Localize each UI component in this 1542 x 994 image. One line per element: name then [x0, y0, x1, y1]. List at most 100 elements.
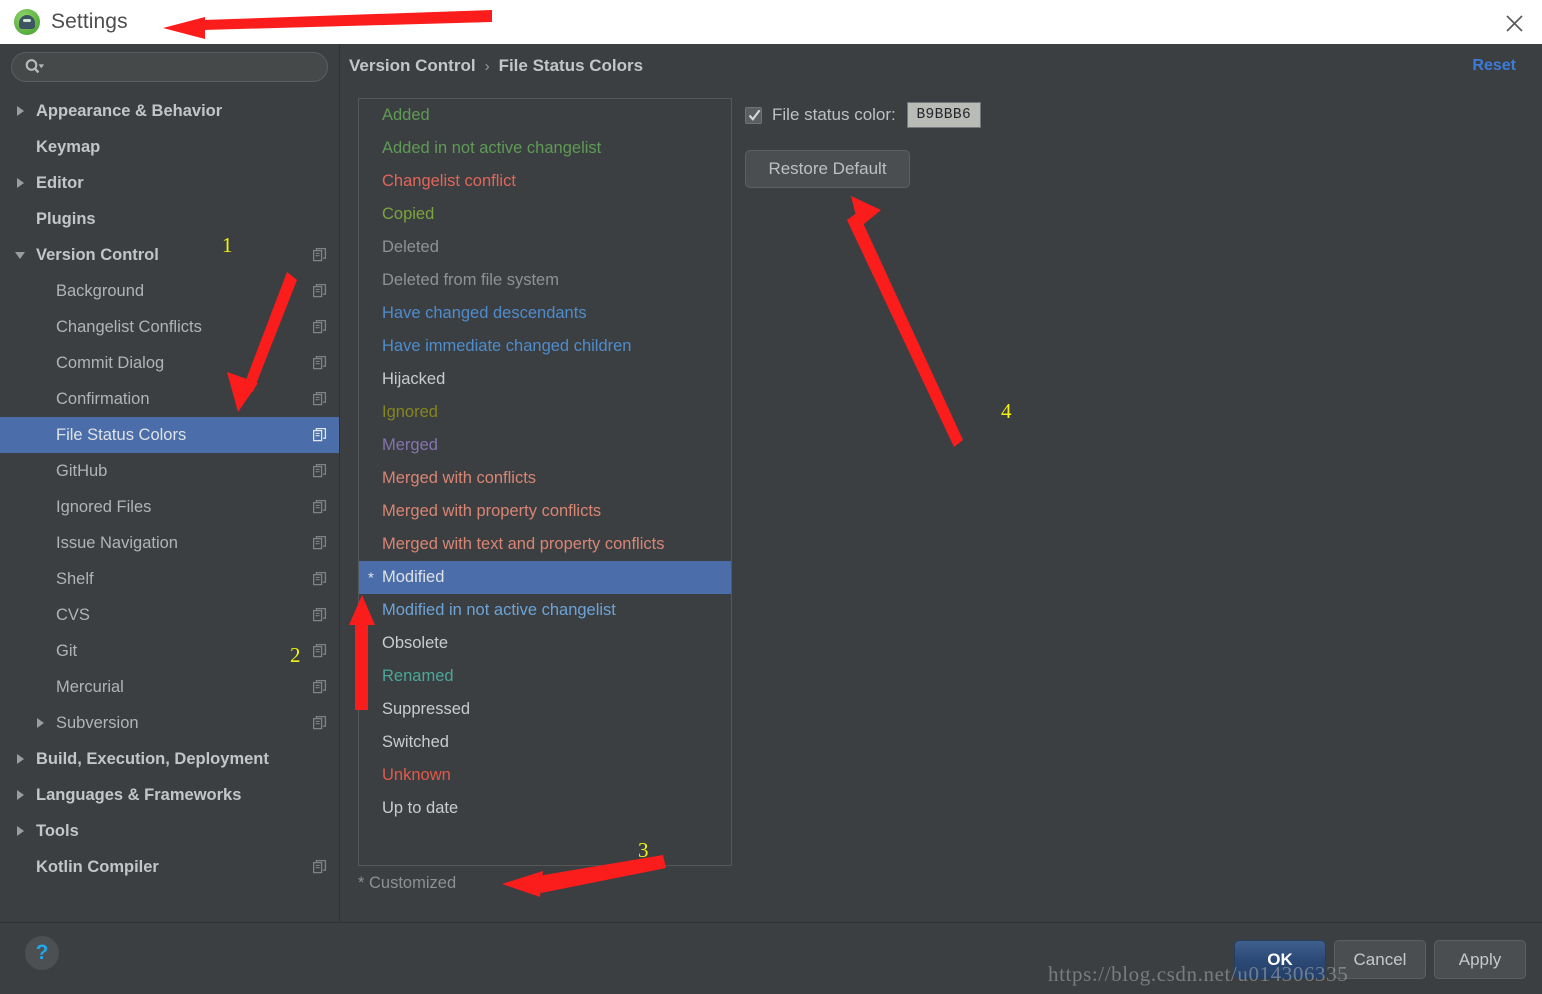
restore-default-button[interactable]: Restore Default [745, 150, 910, 188]
copy-settings-icon[interactable] [313, 464, 327, 478]
sidebar-item-background[interactable]: Background [0, 273, 339, 309]
file-status-row[interactable]: Modified in not active changelist [359, 594, 731, 627]
file-status-list[interactable]: Added Added in not active changelist Chang… [358, 98, 732, 866]
sidebar-item-confirmation[interactable]: Confirmation [0, 381, 339, 417]
sidebar-item-label: Shelf [56, 569, 94, 588]
chevron-right-icon[interactable] [14, 103, 30, 119]
sidebar-item-shelf[interactable]: Shelf [0, 561, 339, 597]
file-status-row[interactable]: Added [359, 99, 731, 132]
sidebar-item-label: Ignored Files [56, 497, 152, 516]
copy-settings-icon[interactable] [313, 500, 327, 514]
file-status-label: Switched [382, 733, 449, 751]
file-status-label: Unknown [382, 766, 451, 784]
file-status-label: Ignored [382, 403, 438, 421]
file-status-row[interactable]: Deleted from file system [359, 264, 731, 297]
sidebar-item-changelist-conflicts[interactable]: Changelist Conflicts [0, 309, 339, 345]
file-status-row[interactable]: Renamed [359, 660, 731, 693]
file-status-row[interactable]: Changelist conflict [359, 165, 731, 198]
sidebar-item-subversion[interactable]: Subversion [0, 705, 339, 741]
question-mark-icon[interactable]: ? [25, 936, 59, 970]
close-icon[interactable] [1500, 9, 1528, 37]
file-status-row[interactable]: Obsolete [359, 627, 731, 660]
copy-settings-icon[interactable] [313, 284, 327, 298]
sidebar-item-label: Tools [36, 821, 79, 840]
file-status-row[interactable]: Have immediate changed children [359, 330, 731, 363]
copy-settings-icon[interactable] [313, 680, 327, 694]
file-status-label: Copied [382, 205, 435, 223]
file-status-row[interactable]: Added in not active changelist [359, 132, 731, 165]
search-box[interactable] [11, 52, 328, 82]
file-status-row[interactable]: Merged [359, 429, 731, 462]
file-status-row[interactable]: * Modified [359, 561, 731, 594]
watermark-text: https://blog.csdn.net/u014306335 [1048, 962, 1349, 986]
copy-settings-icon[interactable] [313, 356, 327, 370]
sidebar-item-label: Subversion [56, 713, 139, 732]
sidebar-item-editor[interactable]: Editor [0, 165, 339, 201]
sidebar-item-keymap[interactable]: Keymap [0, 129, 339, 165]
sidebar-item-label: Git [56, 641, 78, 660]
copy-settings-icon[interactable] [313, 644, 327, 658]
sidebar-item-github[interactable]: GitHub [0, 453, 339, 489]
sidebar-item-git[interactable]: Git [0, 633, 339, 669]
sidebar-item-build-execution-deployment[interactable]: Build, Execution, Deployment [0, 741, 339, 777]
file-status-row[interactable]: Have changed descendants [359, 297, 731, 330]
sidebar-item-file-status-colors[interactable]: File Status Colors [0, 417, 339, 453]
copy-settings-icon[interactable] [313, 320, 327, 334]
sidebar-item-tools[interactable]: Tools [0, 813, 339, 849]
breadcrumb-parent[interactable]: Version Control [349, 56, 476, 76]
chevron-right-icon[interactable] [14, 751, 30, 767]
sidebar-item-version-control[interactable]: Version Control [0, 237, 339, 273]
reset-link[interactable]: Reset [1472, 57, 1516, 75]
breadcrumb-current: File Status Colors [498, 56, 644, 75]
copy-settings-icon[interactable] [313, 248, 327, 262]
sidebar-item-label: Editor [36, 173, 84, 192]
file-status-row[interactable]: Unknown [359, 759, 731, 792]
chevron-right-icon[interactable] [14, 823, 30, 839]
chevron-down-icon[interactable] [14, 247, 30, 263]
copy-settings-icon[interactable] [313, 536, 327, 550]
sidebar-item-plugins[interactable]: Plugins [0, 201, 339, 237]
sidebar-item-languages-frameworks[interactable]: Languages & Frameworks [0, 777, 339, 813]
sidebar-item-cvs[interactable]: CVS [0, 597, 339, 633]
sidebar-item-issue-navigation[interactable]: Issue Navigation [0, 525, 339, 561]
sidebar-item-ignored-files[interactable]: Ignored Files [0, 489, 339, 525]
chevron-right-icon[interactable] [14, 175, 30, 191]
customized-marker: * [368, 569, 374, 586]
search-icon [24, 58, 44, 76]
sidebar-item-label: Changelist Conflicts [56, 317, 202, 336]
sidebar-item-appearance-behavior[interactable]: Appearance & Behavior [0, 93, 339, 129]
file-status-row[interactable]: Switched [359, 726, 731, 759]
file-status-row[interactable]: Merged with property conflicts [359, 495, 731, 528]
sidebar-item-label: Kotlin Compiler [36, 857, 159, 876]
file-status-row[interactable]: Ignored [359, 396, 731, 429]
copy-settings-icon[interactable] [313, 428, 327, 442]
file-status-row[interactable]: Suppressed [359, 693, 731, 726]
file-status-row[interactable]: Hijacked [359, 363, 731, 396]
file-status-row[interactable]: Up to date [359, 792, 731, 825]
copy-settings-icon[interactable] [313, 608, 327, 622]
chevron-right-icon[interactable] [34, 715, 50, 731]
chevron-right-icon[interactable] [14, 787, 30, 803]
file-status-row[interactable]: Deleted [359, 231, 731, 264]
sidebar-item-kotlin-compiler[interactable]: Kotlin Compiler [0, 849, 339, 885]
copy-settings-icon[interactable] [313, 392, 327, 406]
sidebar-item-label: Languages & Frameworks [36, 785, 242, 804]
file-status-color-checkbox[interactable] [745, 106, 762, 124]
apply-button[interactable]: Apply [1434, 940, 1526, 979]
file-status-color-swatch[interactable]: B9BBB6 [906, 102, 981, 128]
search-input[interactable] [44, 55, 327, 79]
sidebar-item-label: Background [56, 281, 145, 300]
copy-settings-icon[interactable] [313, 860, 327, 874]
sidebar-item-commit-dialog[interactable]: Commit Dialog [0, 345, 339, 381]
file-status-row[interactable]: Merged with text and property conflicts [359, 528, 731, 561]
copy-settings-icon[interactable] [313, 716, 327, 730]
file-status-label: Merged [382, 436, 438, 454]
file-status-label: Added in not active changelist [382, 139, 602, 157]
file-status-row[interactable]: Copied [359, 198, 731, 231]
copy-settings-icon[interactable] [313, 572, 327, 586]
file-status-label: Deleted from file system [382, 271, 559, 289]
file-status-row[interactable]: Merged with conflicts [359, 462, 731, 495]
file-status-label: Deleted [382, 238, 439, 256]
file-status-label: Modified [382, 568, 445, 586]
sidebar-item-mercurial[interactable]: Mercurial [0, 669, 339, 705]
